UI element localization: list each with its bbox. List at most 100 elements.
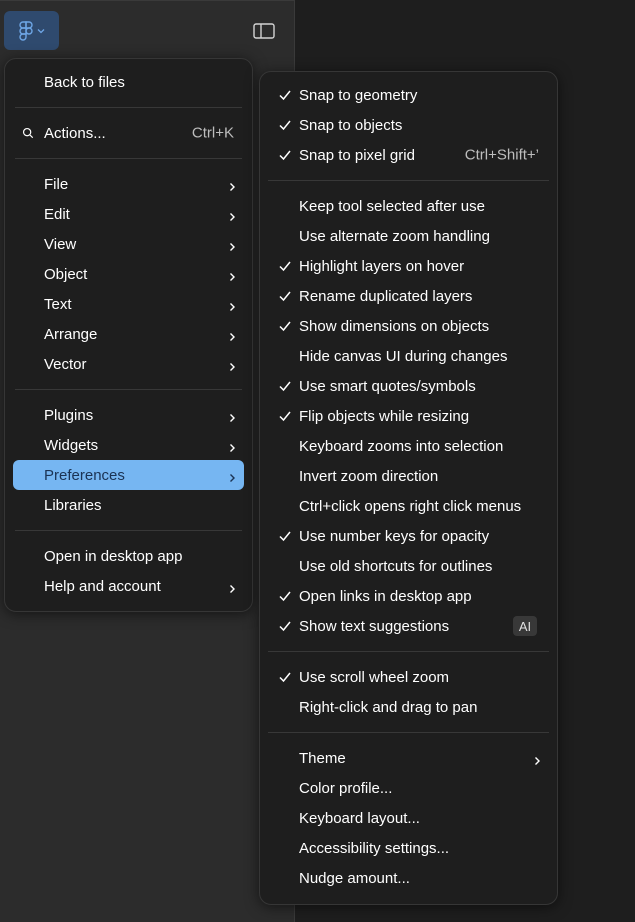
sidebar-toggle-icon xyxy=(253,23,275,39)
menu-item-view[interactable]: View xyxy=(13,229,244,259)
main-menu-button[interactable] xyxy=(4,11,59,50)
menu-item-label: Keyboard layout... xyxy=(299,809,420,827)
pref-item-highlight-layers-on-hover[interactable]: Highlight layers on hover xyxy=(268,251,549,281)
menu-item-edit[interactable]: Edit xyxy=(13,199,244,229)
checkmark-icon xyxy=(278,289,292,303)
pref-item-snap-to-geometry[interactable]: Snap to geometry xyxy=(268,80,549,110)
chevron-down-icon xyxy=(37,28,44,33)
menu-item-label: Highlight layers on hover xyxy=(299,257,465,275)
menu-item-back-to-files[interactable]: Back to files xyxy=(13,67,244,97)
pref-item-snap-to-pixel-grid[interactable]: Snap to pixel grid Ctrl+Shift+’ xyxy=(268,140,549,170)
menu-item-label: Keep tool selected after use xyxy=(299,197,485,215)
menu-item-text[interactable]: Text xyxy=(13,289,244,319)
menu-item-label: Use old shortcuts for outlines xyxy=(299,557,493,575)
pref-item-invert-zoom-direction[interactable]: Invert zoom direction xyxy=(268,461,549,491)
menu-item-label: Widgets xyxy=(44,436,99,454)
chevron-right-icon xyxy=(228,179,236,191)
menu-item-widgets[interactable]: Widgets xyxy=(13,430,244,460)
pref-item-keyboard-layout[interactable]: Keyboard layout... xyxy=(268,803,549,833)
sidebar-toggle-button[interactable] xyxy=(252,20,276,42)
menu-item-label: Snap to pixel grid xyxy=(299,146,415,164)
menu-item-label: Nudge amount... xyxy=(299,869,410,887)
menu-item-label: Theme xyxy=(299,749,346,767)
search-icon xyxy=(21,126,35,140)
pref-item-right-click-and-drag-to-pan[interactable]: Right-click and drag to pan xyxy=(268,692,549,722)
menu-item-label: Text xyxy=(44,295,72,313)
menu-item-plugins[interactable]: Plugins xyxy=(13,400,244,430)
menu-item-label: View xyxy=(44,235,77,253)
menu-item-open-in-desktop-app[interactable]: Open in desktop app xyxy=(13,541,244,571)
menu-item-label: Invert zoom direction xyxy=(299,467,439,485)
menu-item-arrange[interactable]: Arrange xyxy=(13,319,244,349)
pref-item-snap-to-objects[interactable]: Snap to objects xyxy=(268,110,549,140)
pref-item-show-text-suggestions[interactable]: Show text suggestions AI xyxy=(268,611,549,641)
menu-item-help-and-account[interactable]: Help and account xyxy=(13,571,244,601)
menu-separator xyxy=(15,389,242,390)
pref-item-open-links-in-desktop-app[interactable]: Open links in desktop app xyxy=(268,581,549,611)
pref-item-use-smart-quotes-symbols[interactable]: Use smart quotes/symbols xyxy=(268,371,549,401)
pref-item-use-number-keys-for-opacity[interactable]: Use number keys for opacity xyxy=(268,521,549,551)
menu-item-label: Vector xyxy=(44,355,87,373)
chevron-right-icon xyxy=(228,329,236,341)
chevron-right-icon xyxy=(228,470,236,482)
menu-item-label: Edit xyxy=(44,205,70,223)
pref-item-color-profile[interactable]: Color profile... xyxy=(268,773,549,803)
menu-item-label: Flip objects while resizing xyxy=(299,407,470,425)
pref-item-use-alternate-zoom-handling[interactable]: Use alternate zoom handling xyxy=(268,221,549,251)
menu-item-label: Plugins xyxy=(44,406,94,424)
menu-item-object[interactable]: Object xyxy=(13,259,244,289)
pref-item-accessibility-settings[interactable]: Accessibility settings... xyxy=(268,833,549,863)
pref-item-rename-duplicated-layers[interactable]: Rename duplicated layers xyxy=(268,281,549,311)
menu-item-label: Right-click and drag to pan xyxy=(299,698,478,716)
menu-item-label: Preferences xyxy=(44,466,125,484)
ai-badge: AI xyxy=(513,616,537,636)
chevron-right-icon xyxy=(228,239,236,251)
menu-item-label: Libraries xyxy=(44,496,102,514)
menu-item-libraries[interactable]: Libraries xyxy=(13,490,244,520)
chevron-right-icon xyxy=(228,299,236,311)
pref-item-keep-tool-selected-after-use[interactable]: Keep tool selected after use xyxy=(268,191,549,221)
menu-item-label: File xyxy=(44,175,69,193)
menu-item-label: Back to files xyxy=(44,73,125,91)
menu-item-preferences[interactable]: Preferences xyxy=(13,460,244,490)
menu-separator xyxy=(15,107,242,108)
chevron-right-icon xyxy=(228,269,236,281)
pref-item-flip-objects-while-resizing[interactable]: Flip objects while resizing xyxy=(268,401,549,431)
menu-item-label: Object xyxy=(44,265,88,283)
menu-item-label: Ctrl+click opens right click menus xyxy=(299,497,522,515)
pref-item-ctrl-click-opens-right-click-menus[interactable]: Ctrl+click opens right click menus xyxy=(268,491,549,521)
pref-item-keyboard-zooms-into-selection[interactable]: Keyboard zooms into selection xyxy=(268,431,549,461)
chevron-right-icon xyxy=(228,410,236,422)
menu-item-actions[interactable]: Actions... Ctrl+K xyxy=(13,118,244,148)
menu-item-file[interactable]: File xyxy=(13,169,244,199)
checkmark-icon xyxy=(278,319,292,333)
menu-item-vector[interactable]: Vector xyxy=(13,349,244,379)
main-menu: Back to files Actions... Ctrl+K File Edit Vie… xyxy=(4,58,253,612)
pref-item-theme[interactable]: Theme xyxy=(268,743,549,773)
menu-item-label: Actions... xyxy=(44,124,106,142)
checkmark-icon xyxy=(278,88,292,102)
menu-item-label: Use number keys for opacity xyxy=(299,527,490,545)
chevron-right-icon xyxy=(228,440,236,452)
menu-item-label: Color profile... xyxy=(299,779,393,797)
menu-item-label: Snap to objects xyxy=(299,116,403,134)
checkmark-icon xyxy=(278,589,292,603)
pref-item-use-scroll-wheel-zoom[interactable]: Use scroll wheel zoom xyxy=(268,662,549,692)
checkmark-icon xyxy=(278,409,292,423)
checkmark-icon xyxy=(278,148,292,162)
pref-item-nudge-amount[interactable]: Nudge amount... xyxy=(268,863,549,893)
menu-item-label: Hide canvas UI during changes xyxy=(299,347,508,365)
menu-item-label: Arrange xyxy=(44,325,98,343)
menu-item-label: Open in desktop app xyxy=(44,547,183,565)
checkmark-icon xyxy=(278,619,292,633)
menu-item-label: Rename duplicated layers xyxy=(299,287,473,305)
checkmark-icon xyxy=(278,670,292,684)
pref-item-use-old-shortcuts-for-outlines[interactable]: Use old shortcuts for outlines xyxy=(268,551,549,581)
pref-item-hide-canvas-ui-during-changes[interactable]: Hide canvas UI during changes xyxy=(268,341,549,371)
topbar-divider xyxy=(0,0,294,1)
menu-separator xyxy=(268,180,549,181)
pref-item-show-dimensions-on-objects[interactable]: Show dimensions on objects xyxy=(268,311,549,341)
menu-item-label: Show dimensions on objects xyxy=(299,317,490,335)
checkmark-icon xyxy=(278,529,292,543)
chevron-right-icon xyxy=(228,209,236,221)
